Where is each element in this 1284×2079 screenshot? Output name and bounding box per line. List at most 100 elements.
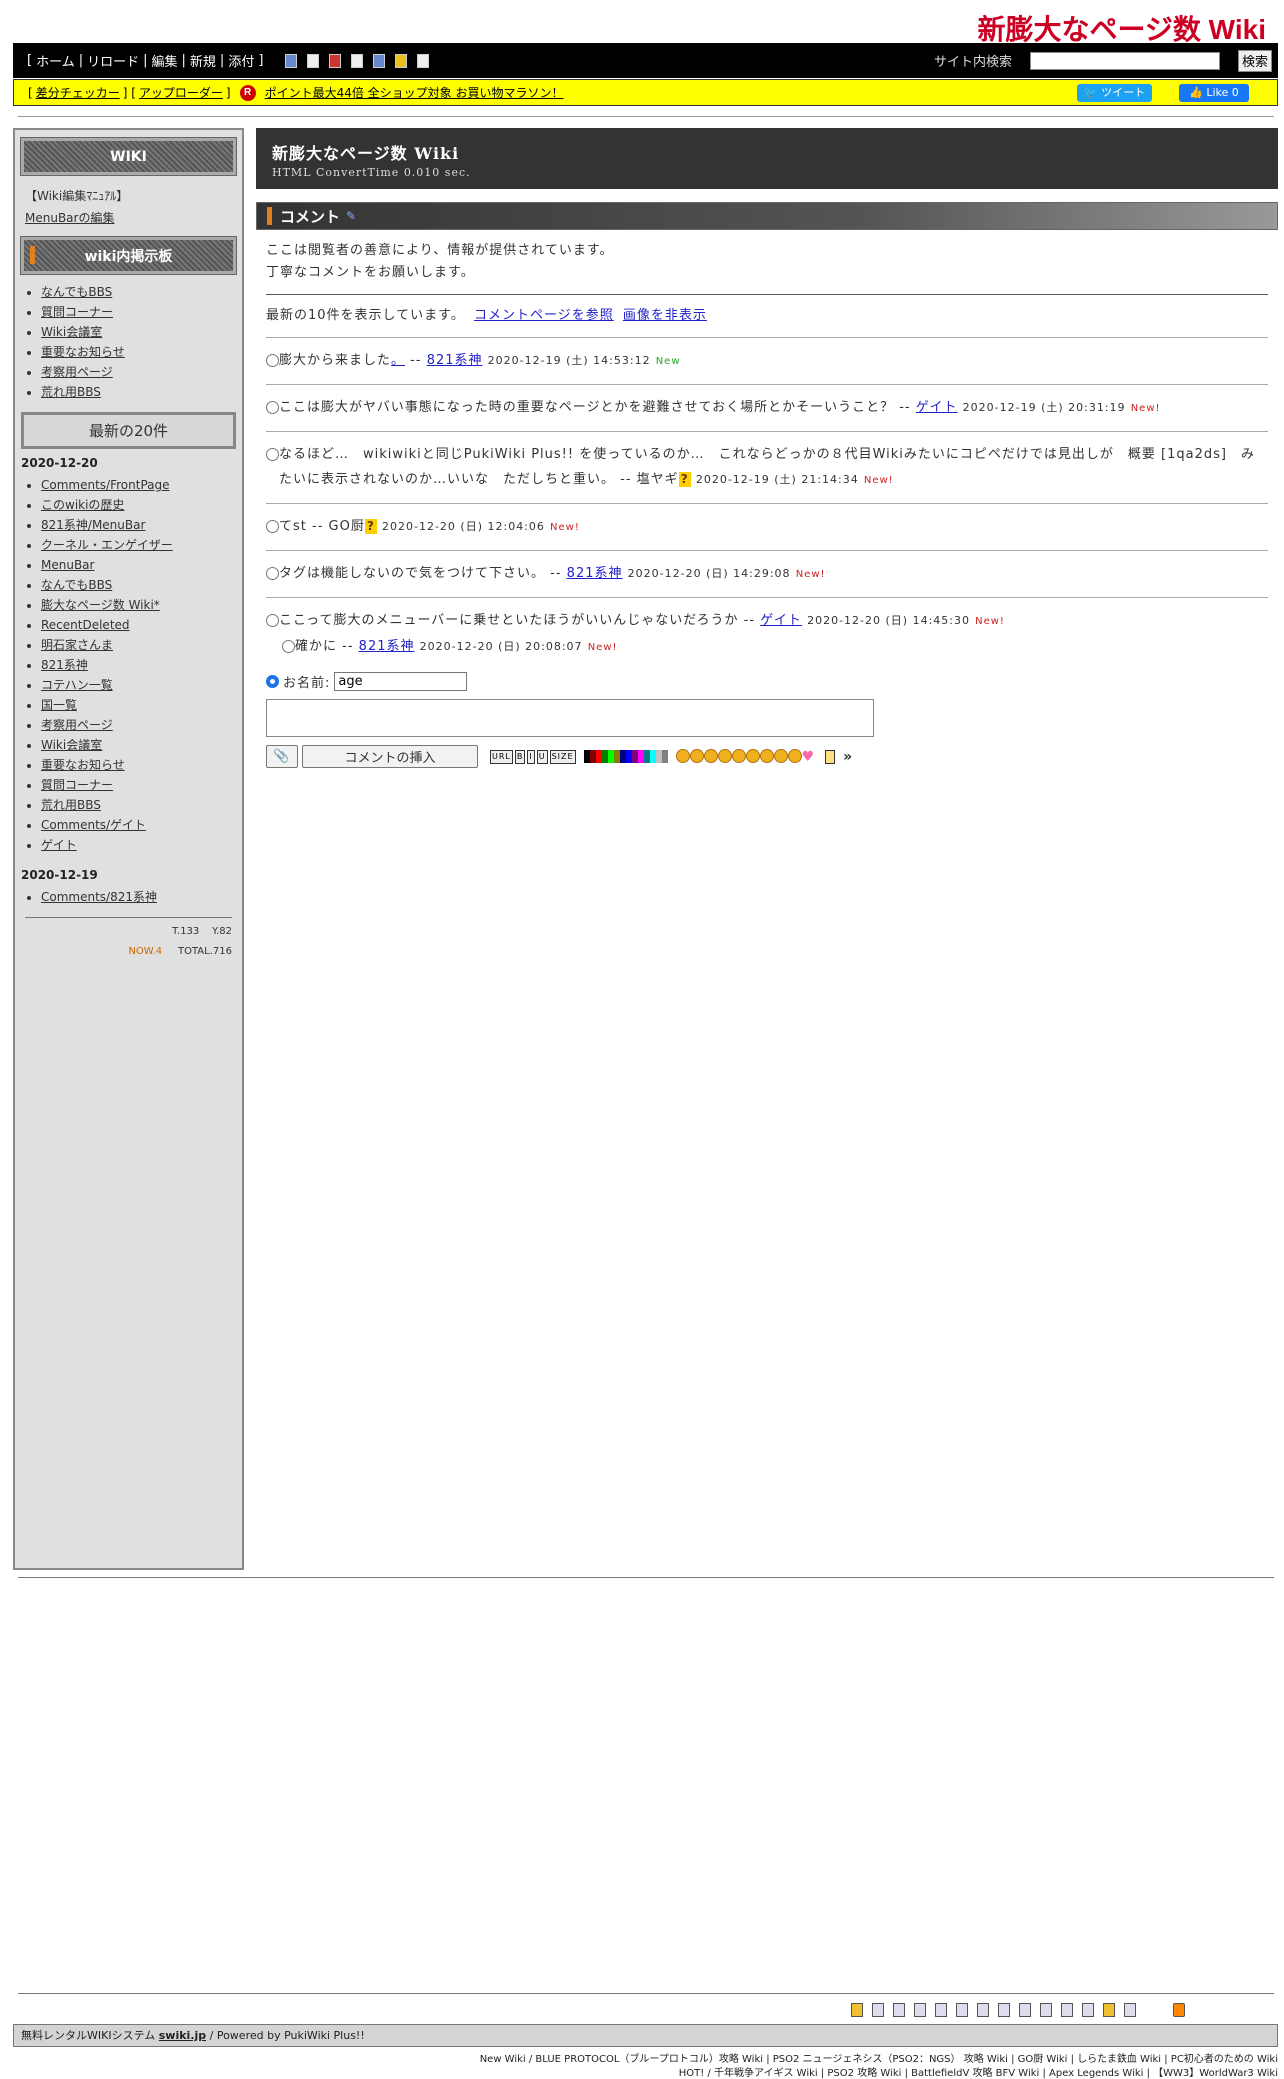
sad-face-icon[interactable]: [745, 748, 760, 763]
recent-item-link[interactable]: 荒れ用BBS: [41, 798, 101, 812]
recent-item-link[interactable]: 明石家さんま: [41, 638, 113, 652]
bigsmile-face-icon[interactable]: [689, 748, 704, 763]
reply-radio[interactable]: [266, 520, 279, 533]
swiki-link[interactable]: swiki.jp: [159, 2029, 206, 2042]
recent-item-link[interactable]: コテハン一覧: [41, 678, 113, 692]
recent-item-link[interactable]: このwikiの歴史: [41, 498, 124, 512]
recent-item-link[interactable]: 重要なお知らせ: [41, 758, 125, 772]
help-icon[interactable]: [1124, 2003, 1136, 2017]
diff-checker-link[interactable]: 差分チェッカー: [36, 84, 120, 101]
diff-icon[interactable]: [977, 2003, 989, 2017]
heart-icon[interactable]: ♥: [802, 749, 816, 765]
huh-face-icon[interactable]: [703, 748, 718, 763]
oh-face-icon[interactable]: [717, 748, 732, 763]
bbs-item-link[interactable]: 重要なお知らせ: [41, 345, 125, 359]
new-wiki-links[interactable]: New Wiki / BLUE PROTOCOL（ブループロトコル）攻略 Wik…: [480, 2053, 1278, 2067]
page-title[interactable]: 新膨大なページ数 Wiki: [272, 140, 1262, 164]
rss-icon[interactable]: [1173, 2003, 1185, 2017]
lock-icon[interactable]: [395, 53, 408, 68]
recent-item-link[interactable]: 考察用ページ: [41, 718, 113, 732]
recent-item-link[interactable]: クーネル・エンゲイザー: [41, 538, 173, 552]
nav-edit[interactable]: 編集: [152, 51, 178, 70]
comment-author[interactable]: ゲイト: [916, 400, 958, 415]
comment-anchor-link[interactable]: 。: [391, 353, 405, 368]
tear-face-icon[interactable]: [773, 748, 788, 763]
bbs-item-link[interactable]: 荒れ用BBS: [41, 385, 101, 399]
wink-face-icon[interactable]: [731, 748, 746, 763]
copy-page-icon[interactable]: [285, 53, 298, 68]
recent-item-link[interactable]: 膨大なページ数 Wiki*: [41, 598, 160, 612]
comment-textarea[interactable]: [266, 699, 874, 737]
recent-item-link[interactable]: Comments/ゲイト: [41, 818, 146, 832]
search-icon[interactable]: [1061, 2003, 1073, 2017]
recent-item-link[interactable]: ゲイト: [41, 838, 77, 852]
recent-item-link[interactable]: Wiki会議室: [41, 738, 102, 752]
hide-images-link[interactable]: 画像を非表示: [623, 308, 707, 323]
menubar-edit-link[interactable]: MenuBarの編集: [25, 211, 114, 225]
more-icon[interactable]: »: [843, 749, 853, 765]
reply-radio[interactable]: [266, 354, 279, 367]
bbs-item-link[interactable]: 質問コーナー: [41, 305, 113, 319]
copy-icon[interactable]: [935, 2003, 947, 2017]
recent-icon[interactable]: [1082, 2003, 1094, 2017]
rename-icon[interactable]: [307, 53, 320, 68]
format-u-button[interactable]: U: [536, 749, 548, 764]
recent-item-link[interactable]: なんでもBBS: [41, 578, 112, 592]
happy-face-icon[interactable]: [787, 748, 802, 763]
nav-attach[interactable]: 添付: [228, 51, 254, 70]
reply-radio[interactable]: [266, 614, 279, 627]
smile-face-icon[interactable]: [675, 748, 690, 763]
reply-radio[interactable]: [266, 567, 279, 580]
reply-radio[interactable]: [266, 448, 279, 461]
reply-radio[interactable]: [282, 640, 295, 653]
format-b-button[interactable]: B: [514, 749, 526, 764]
search-button[interactable]: 検索: [1237, 49, 1272, 72]
rename-icon[interactable]: [956, 2003, 968, 2017]
recent-item-link[interactable]: 質問コーナー: [41, 778, 113, 792]
source-icon[interactable]: [373, 53, 386, 68]
insert-comment-button[interactable]: コメントの挿入: [302, 745, 478, 768]
unregistered-icon[interactable]: ?: [364, 519, 377, 534]
wiki-manual-link[interactable]: 【Wiki編集ﾏﾆｭｱﾙ】: [25, 185, 232, 207]
new-page-icon[interactable]: [893, 2003, 905, 2017]
recent-item-link[interactable]: 821系神/MenuBar: [41, 518, 145, 532]
tweet-button[interactable]: 🐦 ツイート: [1077, 84, 1152, 102]
uploader-link[interactable]: アップローダー: [139, 84, 223, 101]
recent-item-link[interactable]: 国一覧: [41, 698, 77, 712]
list-icon[interactable]: [1040, 2003, 1052, 2017]
comment-page-link[interactable]: コメントページを参照: [474, 308, 614, 323]
recent-item-link[interactable]: Comments/821系神: [41, 890, 157, 904]
note-icon[interactable]: [825, 749, 836, 764]
attach-icon[interactable]: [1019, 2003, 1031, 2017]
recent-item-link[interactable]: RecentDeleted: [41, 618, 130, 632]
new-comment-radio[interactable]: [266, 675, 279, 688]
color-swatch[interactable]: [661, 750, 668, 763]
format-size-button[interactable]: SIZE: [549, 749, 576, 764]
search-input[interactable]: [1029, 51, 1220, 70]
comment-author[interactable]: 821系神: [427, 353, 483, 368]
edit-icon[interactable]: [914, 2003, 926, 2017]
recent-item-link[interactable]: 821系神: [41, 658, 88, 672]
worried-face-icon[interactable]: [759, 748, 774, 763]
attach-clip-button[interactable]: 📎: [266, 745, 298, 768]
home-icon[interactable]: [851, 2003, 863, 2017]
bbs-item-link[interactable]: 考察用ページ: [41, 365, 113, 379]
comment-author[interactable]: 821系神: [567, 566, 623, 581]
nav-home[interactable]: ホーム: [36, 51, 75, 70]
comment-author[interactable]: ゲイト: [760, 613, 802, 628]
page-list-icon[interactable]: [417, 53, 430, 68]
edit-pencil-icon[interactable]: ✎: [346, 209, 356, 223]
facebook-like-button[interactable]: 👍 Like 0: [1179, 84, 1249, 102]
recent-item-link[interactable]: Comments/FrontPage: [41, 478, 170, 492]
hot-wiki-links[interactable]: HOT! / 千年戦争アイギス Wiki | PSO2 攻略 Wiki | Ba…: [480, 2067, 1278, 2079]
unregistered-icon[interactable]: ?: [678, 472, 691, 487]
nav-reload[interactable]: リロード: [87, 51, 139, 70]
format-url-button[interactable]: URL: [490, 749, 513, 764]
backup-icon[interactable]: [998, 2003, 1010, 2017]
name-input[interactable]: [334, 672, 468, 691]
bbs-item-link[interactable]: なんでもBBS: [41, 285, 112, 299]
nav-new[interactable]: 新規: [190, 51, 216, 70]
format-i-button[interactable]: I: [527, 749, 535, 764]
lock-icon[interactable]: [1103, 2003, 1115, 2017]
reload-icon[interactable]: [872, 2003, 884, 2017]
